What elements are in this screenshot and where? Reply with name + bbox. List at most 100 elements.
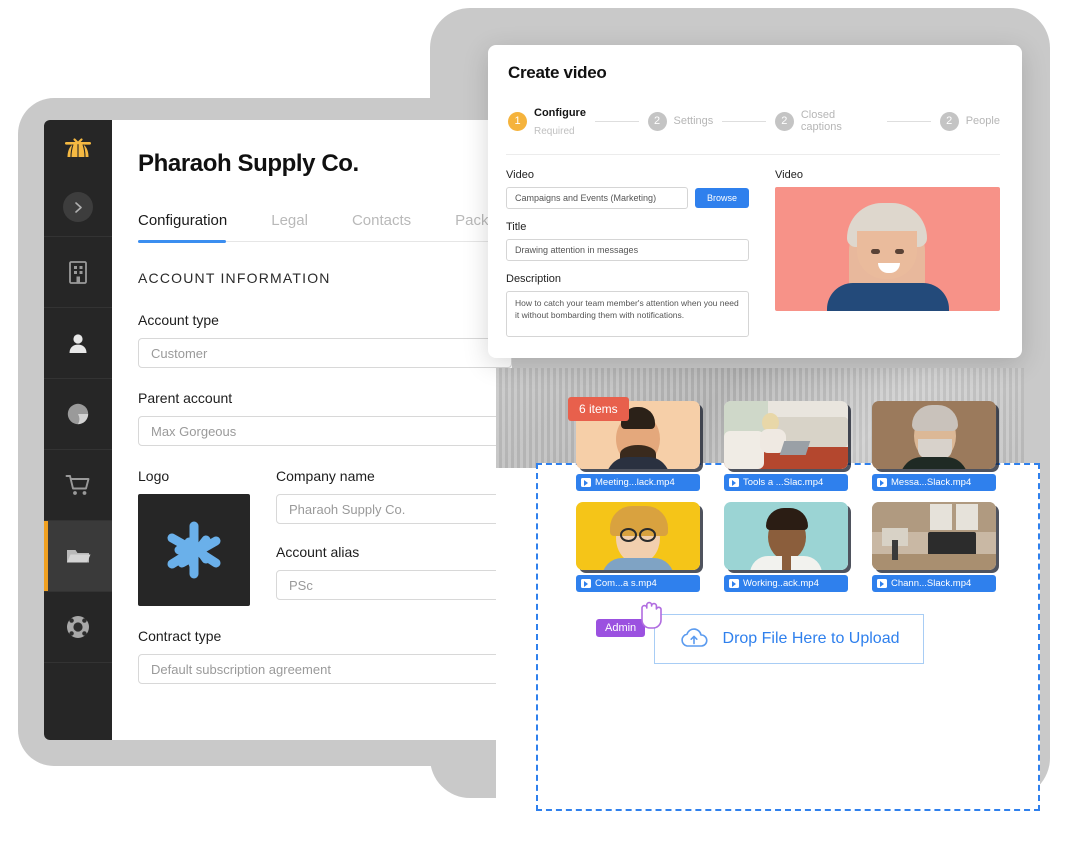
title-input[interactable]: Drawing attention in messages (506, 238, 749, 261)
file-row: Meeting...lack.mp4 Tools a ...Slac.mp4 M… (576, 401, 996, 491)
contract-type-label: Contract type (138, 628, 222, 644)
items-count-badge: 6 items (568, 397, 629, 421)
modal-columns: Video Campaigns and Events (Marketing) B… (506, 169, 1000, 337)
file-thumbnail (872, 401, 996, 469)
logo-and-names-row: Logo Company name Pharaoh Supply Co. Acc… (138, 468, 512, 606)
modal-form-column: Video Campaigns and Events (Marketing) B… (506, 169, 749, 337)
file-name-text: Tools a ...Slac.mp4 (743, 477, 824, 488)
file-name-chip[interactable]: Com...a s.mp4 (576, 575, 700, 592)
file-item[interactable]: Working..ack.mp4 (724, 502, 848, 592)
grab-cursor-icon (641, 601, 662, 629)
names-column: Company name Pharaoh Supply Co. Account … (276, 468, 512, 606)
description-field-label: Description (506, 272, 562, 285)
crm-content: Pharaoh Supply Co. Configuration Legal C… (112, 120, 512, 740)
step-number: 2 (647, 111, 667, 131)
asterisk-logo-icon (167, 521, 221, 579)
file-name-chip[interactable]: Chann...Slack.mp4 (872, 575, 996, 592)
video-input[interactable]: Campaigns and Events (Marketing) (506, 186, 688, 209)
video-file-icon (877, 579, 887, 588)
pie-chart-icon (67, 403, 89, 425)
step-text: Configure Required (534, 103, 586, 140)
company-name-input[interactable]: Pharaoh Supply Co. (276, 494, 510, 524)
step-label: Configure (534, 107, 586, 119)
tab-configuration[interactable]: Configuration (138, 212, 227, 229)
section-heading: ACCOUNT INFORMATION (138, 270, 331, 286)
chevron-right-icon (63, 192, 93, 222)
video-file-icon (729, 478, 739, 487)
step-closed-captions[interactable]: 2 Closed captions (774, 109, 878, 134)
step-label: People (965, 115, 1000, 128)
building-icon (69, 261, 87, 284)
video-field-row: Campaigns and Events (Marketing) Browse (506, 186, 749, 209)
step-connector (722, 120, 766, 122)
video-preview[interactable] (775, 186, 1000, 311)
page-title: Pharaoh Supply Co. (138, 150, 359, 177)
tab-contacts[interactable]: Contacts (352, 212, 411, 229)
file-thumbnail (576, 502, 700, 570)
account-alias-input[interactable]: PSc (276, 570, 510, 600)
video-file-icon (729, 579, 739, 588)
video-file-icon (581, 478, 591, 487)
modal-preview-column: Video (775, 169, 1000, 337)
screenshot-stage: Pharaoh Supply Co. Configuration Legal C… (0, 0, 1080, 864)
file-name-chip[interactable]: Tools a ...Slac.mp4 (724, 474, 848, 491)
sidebar-item-orders[interactable] (44, 450, 112, 521)
person-icon (69, 334, 87, 353)
sidebar-item-company[interactable] (44, 237, 112, 308)
step-connector (594, 120, 639, 122)
create-video-modal: Create video 1 Configure Required 2 Sett… (488, 45, 1022, 358)
expand-sidebar-button[interactable] (44, 178, 112, 237)
title-field-label: Title (506, 220, 527, 233)
step-number: 1 (508, 111, 527, 131)
file-thumbnail (872, 502, 996, 570)
account-type-input[interactable]: Customer (138, 338, 512, 368)
tab-legal[interactable]: Legal (271, 212, 308, 229)
parent-account-input[interactable]: Max Gorgeous (138, 416, 512, 446)
field-parent-account: Parent account Max Gorgeous (138, 390, 512, 446)
dropzone-label: Drop File Here to Upload (722, 630, 900, 647)
sidebar-item-contacts[interactable] (44, 308, 112, 379)
step-label: Closed captions (800, 109, 842, 134)
modal-divider (506, 153, 1000, 155)
field-contract-type: Contract type Default subscription agree… (138, 628, 512, 684)
sidebar-item-files[interactable] (44, 521, 112, 592)
file-name-chip[interactable]: Meeting...lack.mp4 (576, 474, 700, 491)
folder-icon (67, 550, 91, 563)
step-number: 2 (939, 111, 959, 131)
file-grid: Meeting...lack.mp4 Tools a ...Slac.mp4 M… (576, 401, 996, 603)
pharaoh-crown-icon (65, 138, 91, 158)
file-item[interactable]: Tools a ...Slac.mp4 (724, 401, 848, 491)
field-account-type: Account type Customer (138, 312, 512, 368)
description-input[interactable]: How to catch your team member's attentio… (506, 290, 749, 337)
sidebar (44, 120, 112, 740)
parent-account-label: Parent account (138, 390, 233, 406)
file-name-chip[interactable]: Messa...Slack.mp4 (872, 474, 996, 491)
browse-button[interactable]: Browse (694, 187, 749, 208)
file-item[interactable]: Chann...Slack.mp4 (872, 502, 996, 592)
account-type-label: Account type (138, 312, 219, 328)
cloud-upload-icon (680, 628, 708, 647)
preview-label: Video (775, 168, 803, 181)
file-name-text: Meeting...lack.mp4 (595, 477, 675, 488)
file-item[interactable]: Com...a s.mp4 (576, 502, 700, 592)
step-sublabel: Required (534, 126, 575, 138)
sidebar-item-support[interactable] (44, 592, 112, 663)
tab-divider (138, 240, 512, 243)
video-file-icon (877, 478, 887, 487)
file-dropzone[interactable]: Drop File Here to Upload (654, 614, 924, 664)
tab-bar: Configuration Legal Contacts Packs (138, 212, 512, 241)
crm-window: Pharaoh Supply Co. Configuration Legal C… (44, 120, 512, 740)
sidebar-item-analytics[interactable] (44, 379, 112, 450)
file-thumbnail (724, 502, 848, 570)
step-settings[interactable]: 2 Settings (647, 111, 714, 131)
step-label: Settings (673, 115, 714, 128)
step-people[interactable]: 2 People (939, 111, 1000, 131)
step-configure[interactable]: 1 Configure Required (508, 103, 586, 140)
company-name-label: Company name (276, 468, 375, 484)
file-thumbnail (724, 401, 848, 469)
company-logo (138, 494, 250, 606)
contract-type-input[interactable]: Default subscription agreement (138, 654, 512, 684)
step-connector (887, 120, 931, 122)
file-item[interactable]: Messa...Slack.mp4 (872, 401, 996, 491)
file-name-chip[interactable]: Working..ack.mp4 (724, 575, 848, 592)
